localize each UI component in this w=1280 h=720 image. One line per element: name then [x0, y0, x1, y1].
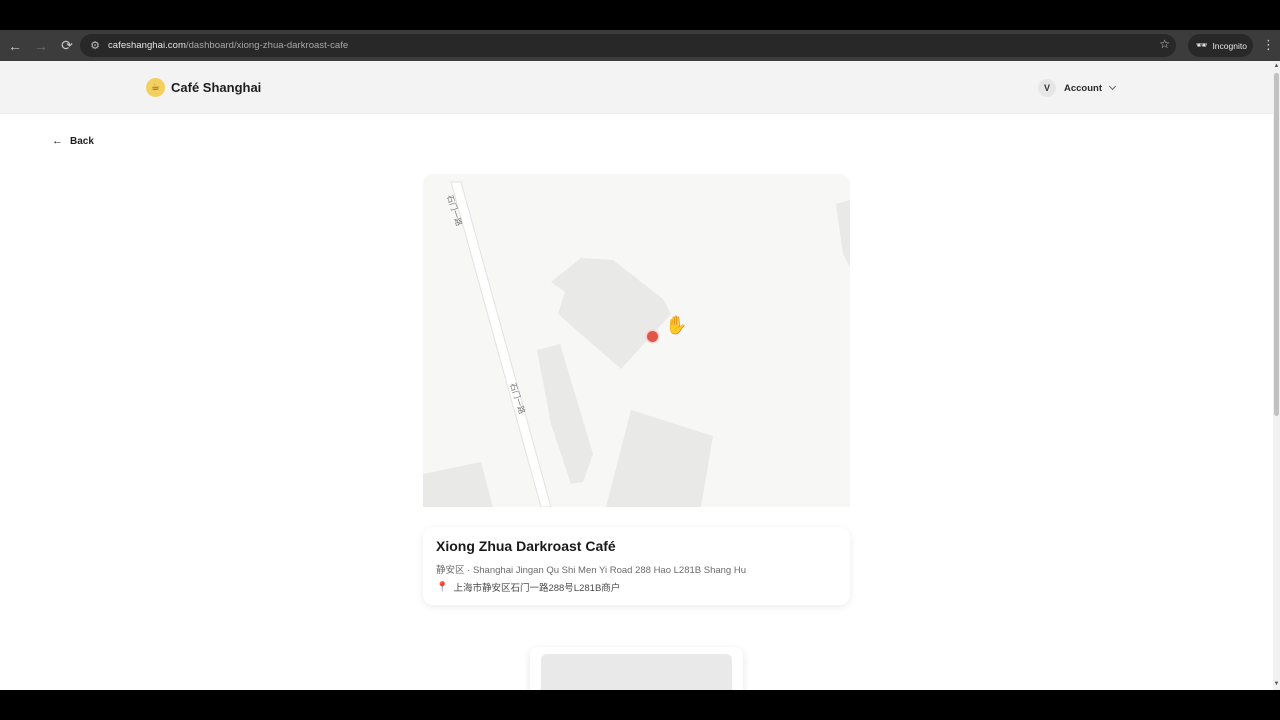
chevron-down-icon — [1108, 82, 1117, 91]
incognito-label: Incognito — [1212, 40, 1247, 51]
building-south — [606, 410, 713, 507]
location-pin-icon: 📍 — [436, 581, 449, 593]
site-header: ☕ Café Shanghai V Account — [0, 61, 1273, 114]
brand-name: Café Shanghai — [171, 80, 262, 95]
url-host: cafeshanghai.com — [108, 40, 186, 51]
building-northeast — [836, 200, 850, 267]
letterbox-bottom — [0, 690, 1280, 720]
photo-preview-card[interactable] — [530, 647, 743, 690]
building-west — [537, 344, 593, 484]
arrow-left-icon: ← — [52, 135, 63, 147]
hand-cursor-icon: ✋ — [665, 315, 688, 335]
account-label: Account — [1064, 82, 1102, 94]
site-info-icon[interactable]: ⚙ — [84, 37, 106, 55]
browser-toolbar: ← → ⟳ ⚙ cafeshanghai.com/dashboard/xiong… — [0, 30, 1280, 61]
map-marker[interactable] — [647, 331, 658, 342]
map-view[interactable]: 石门一路 石门一路 ✋ — [423, 174, 850, 507]
cafe-address: 📍 上海市静安区石门一路288号L281B商户 — [436, 580, 621, 595]
map-canvas: 石门一路 石门一路 — [423, 181, 850, 507]
road-shimen-yi — [450, 181, 552, 507]
incognito-icon: 🕶 — [1196, 40, 1208, 50]
account-menu-button[interactable]: V Account — [1030, 75, 1130, 101]
cafe-info-card: Xiong Zhua Darkroast Café 静安区 · Shanghai… — [423, 527, 850, 605]
forward-nav-icon[interactable]: → — [29, 34, 53, 58]
back-button[interactable]: ← Back — [52, 135, 94, 147]
photo-placeholder — [541, 654, 732, 690]
scroll-down-arrow-icon[interactable]: ▼ — [1273, 681, 1280, 687]
address-bar[interactable]: ⚙ cafeshanghai.com/dashboard/xiong-zhua-… — [80, 34, 1176, 57]
page-scrollbar[interactable]: ▲ ▼ — [1273, 61, 1280, 690]
cafe-subtitle: 静安区 · Shanghai Jingan Qu Shi Men Yi Road… — [436, 565, 746, 576]
browser-menu-icon[interactable]: ⋮ — [1262, 37, 1275, 53]
incognito-badge[interactable]: 🕶 Incognito — [1188, 34, 1253, 57]
reload-icon[interactable]: ⟳ — [55, 34, 79, 58]
cafe-address-text: 上海市静安区石门一路288号L281B商户 — [453, 583, 621, 594]
avatar: V — [1038, 79, 1056, 97]
coffee-cup-logo-icon: ☕ — [146, 78, 165, 97]
page: ☕ Café Shanghai V Account ← Back 石门一路 石门… — [0, 61, 1273, 690]
bookmark-star-icon[interactable]: ☆ — [1159, 37, 1170, 51]
url-path: /dashboard/xiong-zhua-darkroast-cafe — [185, 40, 349, 51]
building-southwest — [423, 462, 493, 507]
url-text[interactable]: cafeshanghai.com/dashboard/xiong-zhua-da… — [108, 40, 348, 51]
back-nav-icon[interactable]: ← — [3, 34, 27, 58]
back-label: Back — [70, 135, 94, 147]
letterbox-top — [0, 0, 1280, 30]
scroll-up-arrow-icon[interactable]: ▲ — [1273, 63, 1280, 69]
scroll-thumb[interactable] — [1274, 73, 1279, 416]
brand[interactable]: ☕ Café Shanghai — [146, 78, 261, 97]
building-main — [551, 258, 671, 369]
cafe-name: Xiong Zhua Darkroast Café — [436, 538, 616, 554]
